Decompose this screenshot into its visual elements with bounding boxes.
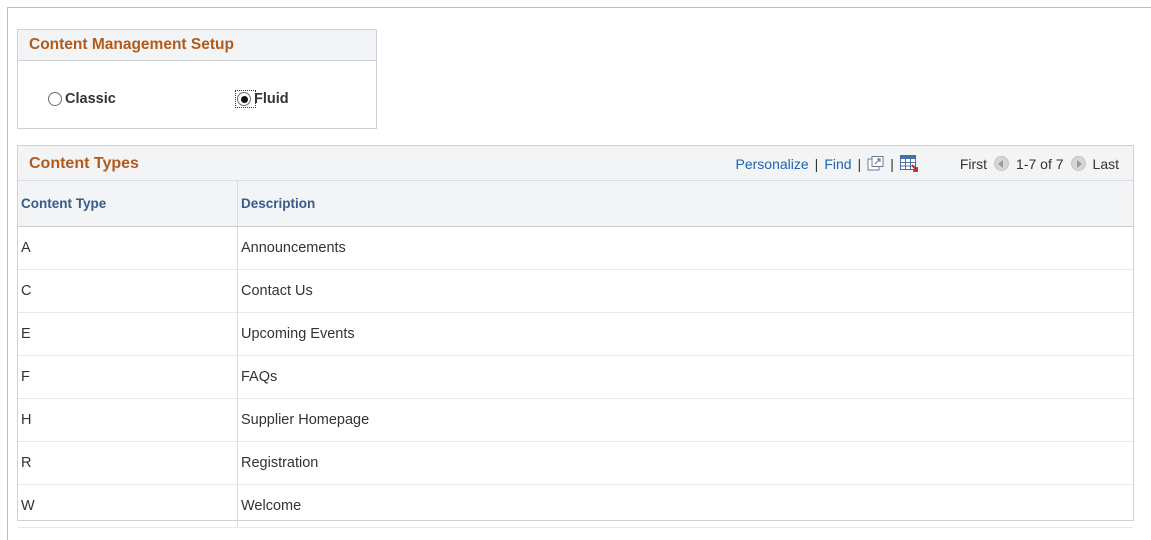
content-type-cell: R xyxy=(18,441,238,485)
content-types-grid: Content Types Personalize | Find | | Fir… xyxy=(17,145,1134,528)
table-row: R Registration xyxy=(18,441,1133,485)
row-range: 1-7 of 7 xyxy=(1016,155,1064,172)
content-type-cell: H xyxy=(18,398,238,442)
classic-radio-label: Classic xyxy=(65,91,116,107)
description-cell: Welcome xyxy=(237,484,1133,528)
table-row: C Contact Us xyxy=(18,269,1133,313)
setup-title: Content Management Setup xyxy=(18,30,376,61)
table-row: A Announcements xyxy=(18,226,1133,270)
content-type-cell: F xyxy=(18,355,238,399)
previous-arrow-icon[interactable] xyxy=(994,156,1010,171)
description-cell: Upcoming Events xyxy=(237,312,1133,356)
description-cell: Registration xyxy=(237,441,1133,485)
table-row: F FAQs xyxy=(18,355,1133,399)
content-type-cell: W xyxy=(18,484,238,528)
table-row: W Welcome xyxy=(18,484,1133,528)
description-cell: Announcements xyxy=(237,226,1133,270)
classic-radio-option[interactable]: Classic xyxy=(48,89,116,109)
content-type-cell: A xyxy=(18,226,238,270)
first-label: First xyxy=(959,155,988,172)
separator: | xyxy=(857,155,862,172)
description-cell: FAQs xyxy=(237,355,1133,399)
download-spreadsheet-icon[interactable] xyxy=(899,155,918,172)
content-type-cell: C xyxy=(18,269,238,313)
column-header-content-type: Content Type xyxy=(18,181,238,227)
separator: | xyxy=(814,155,819,172)
next-arrow-icon[interactable] xyxy=(1070,156,1086,171)
grid-title: Content Types xyxy=(29,155,139,172)
grid-header: Content Types Personalize | Find | | Fir… xyxy=(18,146,1133,181)
separator: | xyxy=(890,155,894,172)
last-label: Last xyxy=(1092,155,1119,172)
description-cell: Supplier Homepage xyxy=(237,398,1133,442)
fluid-radio-option[interactable]: Fluid xyxy=(235,89,289,109)
personalize-link[interactable]: Personalize xyxy=(736,156,809,172)
description-cell: Contact Us xyxy=(237,269,1133,313)
table-row: E Upcoming Events xyxy=(18,312,1133,356)
fluid-radio-label: Fluid xyxy=(254,91,289,107)
content-types-table: Content Type Description A Announcements… xyxy=(18,181,1133,528)
classic-radio-button[interactable] xyxy=(48,92,62,106)
table-row: H Supplier Homepage xyxy=(18,398,1133,442)
view-all-icon[interactable] xyxy=(867,156,884,171)
find-link[interactable]: Find xyxy=(824,156,851,172)
column-header-description: Description xyxy=(237,181,1133,227)
content-type-cell: E xyxy=(18,312,238,356)
content-management-setup-box: Content Management Setup Classic Fluid xyxy=(17,29,377,129)
fluid-radio-button[interactable] xyxy=(237,92,251,106)
table-header-row: Content Type Description xyxy=(18,181,1133,227)
grid-toolbar: Personalize | Find | | First 1-7 of 7 La… xyxy=(736,146,1119,181)
